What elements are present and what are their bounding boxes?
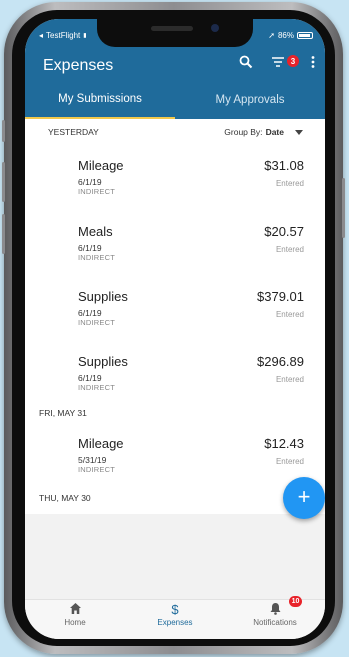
speaker-grille [151,26,193,31]
tab-my-approvals[interactable]: My Approvals [175,81,325,119]
location-icon: ➚ [268,31,275,40]
expense-date: 6/1/19 [78,243,102,253]
expense-type: INDIRECT [78,187,116,196]
group-by-label: Group By: [224,127,263,137]
expense-category: Mileage [78,436,124,451]
signal-icon: ▮ [83,33,87,39]
add-expense-button[interactable]: + [283,477,325,519]
battery-icon [297,32,313,39]
expense-status: Entered [275,457,304,466]
dollar-icon: $ [171,602,179,617]
bottom-navigation: Home $ Expenses Notifications [25,599,325,639]
front-camera [211,24,219,32]
expense-date: 6/1/19 [78,373,102,383]
side-button [2,120,5,142]
back-arrow-icon: ◂ [39,31,44,40]
tab-label: My Submissions [58,93,142,105]
empty-list-area [25,514,325,599]
expense-amount: $20.57 [264,224,304,239]
carrier-label: TestFlight [46,31,81,40]
expense-row[interactable]: Supplies 6/1/19 INDIRECT $379.01 Entered [25,289,325,347]
expense-category: Meals [78,224,113,239]
nav-item-notifications[interactable]: Notifications [225,602,325,627]
phone-notch [97,19,253,47]
nav-item-expenses[interactable]: $ Expenses [125,602,225,627]
filter-icon[interactable] [271,55,285,72]
expense-type: INDIRECT [78,465,116,474]
caret-down-icon [295,129,303,135]
expense-type: INDIRECT [78,253,116,262]
search-icon[interactable] [239,55,253,72]
expense-date: 6/1/19 [78,308,102,318]
tab-label: My Approvals [215,94,285,106]
expense-category: Mileage [78,158,124,173]
volume-up-button [2,162,5,202]
group-header-label: FRI, MAY 31 [39,408,87,418]
expense-status: Entered [275,310,304,319]
expense-amount: $379.01 [257,289,304,304]
nav-item-label: Home [64,618,86,627]
expense-amount: $31.08 [264,158,304,173]
expense-row[interactable]: Meals 6/1/19 INDIRECT $20.57 Entered [25,224,325,282]
expense-date: 5/31/19 [78,455,107,465]
volume-down-button [2,214,5,254]
page-title: Expenses [43,57,114,74]
notification-count-badge: 10 [289,596,302,607]
group-header-label: YESTERDAY [48,127,99,137]
battery-level: 86% [277,31,294,40]
nav-item-home[interactable]: Home [25,602,125,627]
home-icon [25,602,125,618]
expense-amount: $12.43 [264,436,304,451]
group-header: FRI, MAY 31 [25,400,325,426]
power-button [342,178,345,238]
group-header: THU, MAY 30 [25,485,325,511]
expense-status: Entered [275,245,304,254]
expense-status: Entered [275,179,304,188]
more-vert-icon[interactable] [310,55,316,72]
expense-date: 6/1/19 [78,177,102,187]
expense-amount: $296.89 [257,354,304,369]
nav-item-label: Expenses [157,618,193,627]
group-by-value: Date [265,127,284,137]
expense-type: INDIRECT [78,383,116,392]
phone-frame: ◂ TestFlight ▮ ➚ 86% Expenses 3 My Submi… [2,2,345,654]
expense-status: Entered [275,375,304,384]
group-by-dropdown[interactable]: Group By: Date [224,127,303,137]
expense-row[interactable]: Mileage 6/1/19 INDIRECT $31.08 Entered [25,158,325,216]
filter-count-badge: 3 [287,55,299,67]
app-screen: ◂ TestFlight ▮ ➚ 86% Expenses 3 My Submi… [25,19,325,639]
expense-category: Supplies [78,354,128,369]
nav-item-label: Notifications [253,618,297,627]
expense-type: INDIRECT [78,318,116,327]
group-header: YESTERDAY Group By: Date [25,119,325,145]
tab-my-submissions[interactable]: My Submissions [25,81,175,119]
expense-category: Supplies [78,289,128,304]
tab-bar: My Submissions My Approvals [25,81,325,119]
group-header-label: THU, MAY 30 [39,493,91,503]
bell-icon [225,602,325,618]
